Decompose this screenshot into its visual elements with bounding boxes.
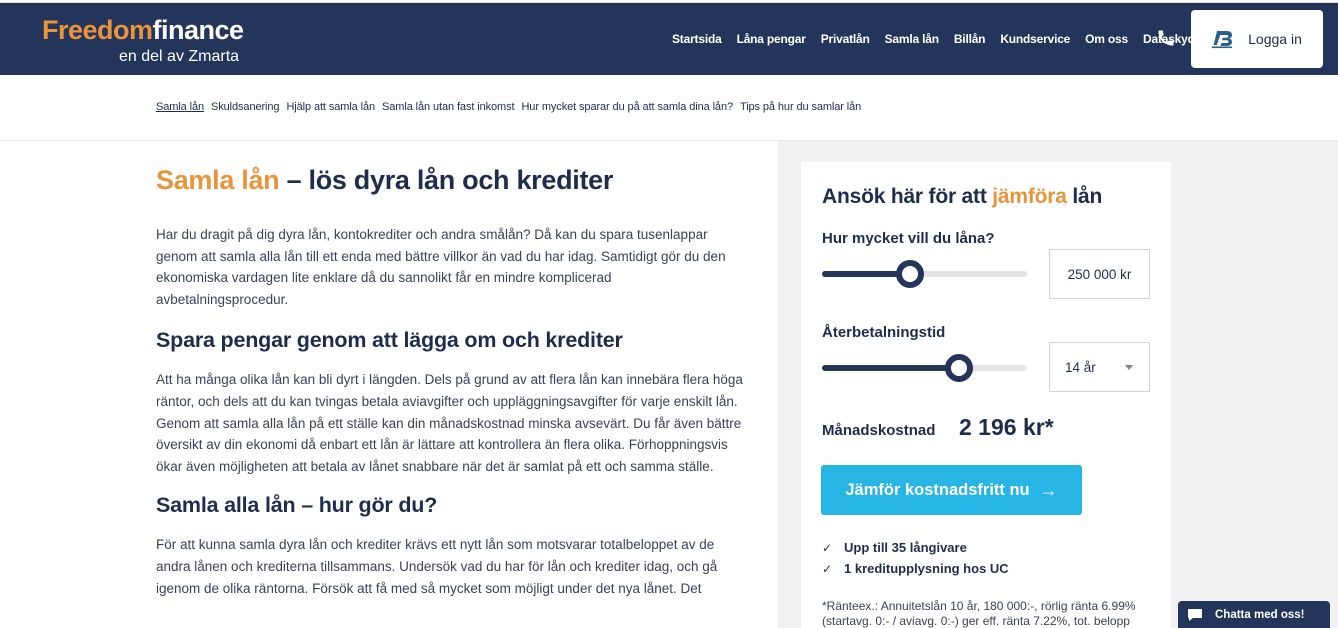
chevron-down-icon xyxy=(1125,365,1133,370)
logo-part2: finance xyxy=(152,15,245,45)
logo-part1: Freedom xyxy=(42,15,153,45)
chat-label: Chatta med oss! xyxy=(1215,608,1305,621)
term-slider-handle[interactable] xyxy=(945,354,974,382)
term-slider[interactable] xyxy=(822,354,1027,382)
subnav-skuldsanering[interactable]: Skuldsanering xyxy=(211,101,280,113)
calculator-title-accent: jämföra xyxy=(992,185,1067,208)
term-select-value: 14 år xyxy=(1065,359,1096,375)
check-icon: ✓ xyxy=(822,561,833,576)
nav-samla-lan[interactable]: Samla lån xyxy=(885,32,939,46)
benefit-text: Upp till 35 långivare xyxy=(844,540,967,555)
sub-navigation: Samla lån Skuldsanering Hjälp att samla … xyxy=(0,75,1338,141)
benefit-item: ✓ 1 kreditupplysning hos UC xyxy=(822,561,1009,576)
nav-billan[interactable]: Billån xyxy=(954,32,986,46)
amount-label: Hur mycket vill du låna? xyxy=(822,230,995,247)
compare-button[interactable]: Jämför kostnadsfritt nu → xyxy=(821,465,1082,515)
chat-bubble-icon xyxy=(1188,608,1202,621)
term-label: Återbetalningstid xyxy=(822,324,946,341)
section-heading-1: Spara pengar genom att lägga om och kred… xyxy=(156,328,623,353)
amount-slider-handle[interactable] xyxy=(896,260,925,288)
nav-lana-pengar[interactable]: Låna pengar xyxy=(737,32,806,46)
paragraph-2: Att ha många olika lån kan bli dyrt i lä… xyxy=(156,372,743,474)
article: Samla lån – lös dyra lån och krediter Ha… xyxy=(156,160,746,599)
nav-startsida[interactable]: Startsida xyxy=(672,32,722,46)
intro-paragraph: Har du dragit på dig dyra lån, kontokred… xyxy=(156,227,726,307)
interest-footnote: *Ränteex.: Annuitetslån 10 år, 180 000:-… xyxy=(822,599,1136,628)
loan-calculator: Ansök här för att jämföra lån Hur mycket… xyxy=(801,162,1171,628)
main-nav: Startsida Låna pengar Privatlån Samla lå… xyxy=(672,3,1217,75)
bankid-icon xyxy=(1212,31,1233,49)
nav-kundservice[interactable]: Kundservice xyxy=(1000,32,1070,46)
subnav-tips[interactable]: Tips på hur du samlar lån xyxy=(740,101,861,113)
login-label: Logga in xyxy=(1248,31,1302,47)
login-button[interactable]: Logga in xyxy=(1191,10,1323,68)
page-title: Samla lån – lös dyra lån och krediter xyxy=(156,160,746,200)
nav-om-oss[interactable]: Om oss xyxy=(1085,32,1128,46)
monthly-cost-value: 2 196 kr* xyxy=(959,414,1054,440)
page-title-accent: Samla lån xyxy=(156,165,280,195)
calculator-title-post: lån xyxy=(1066,185,1103,208)
phone-icon[interactable] xyxy=(1156,28,1176,48)
paragraph-3: För att kunna samla dyra lån och kredite… xyxy=(156,537,718,596)
amount-input[interactable]: 250 000 kr xyxy=(1049,249,1150,299)
calculator-title-pre: Ansök här för att xyxy=(822,185,993,208)
monthly-cost-label: Månadskostnad xyxy=(822,422,936,439)
nav-privatlan[interactable]: Privatlån xyxy=(821,32,870,46)
logo[interactable]: Freedomfinance xyxy=(42,15,244,45)
section-heading-2: Samla alla lån – hur gör du? xyxy=(156,493,438,518)
logo-subtitle: en del av Zmarta xyxy=(119,48,240,65)
benefit-item: ✓ Upp till 35 långivare xyxy=(822,540,967,555)
term-select[interactable]: 14 år xyxy=(1049,342,1150,392)
amount-slider[interactable] xyxy=(822,260,1027,288)
compare-button-label: Jämför kostnadsfritt nu xyxy=(845,480,1030,499)
chat-button[interactable]: Chatta med oss! xyxy=(1178,601,1330,628)
calculator-title: Ansök här för att jämföra lån xyxy=(822,185,1102,209)
site-header: Freedomfinance en del av Zmarta Startsid… xyxy=(0,3,1338,75)
page-title-rest: – lös dyra lån och krediter xyxy=(279,165,614,195)
subnav-hjalp[interactable]: Hjälp att samla lån xyxy=(286,101,375,113)
subnav-utan-fast-inkomst[interactable]: Samla lån utan fast inkomst xyxy=(382,101,515,113)
benefit-text: 1 kreditupplysning hos UC xyxy=(844,561,1009,576)
term-slider-fill xyxy=(822,365,960,371)
subnav-hur-mycket-sparar[interactable]: Hur mycket sparar du på att samla dina l… xyxy=(521,101,733,113)
subnav-samla-lan[interactable]: Samla lån xyxy=(156,101,204,113)
check-icon: ✓ xyxy=(822,540,833,555)
arrow-right-icon: → xyxy=(1039,479,1058,500)
